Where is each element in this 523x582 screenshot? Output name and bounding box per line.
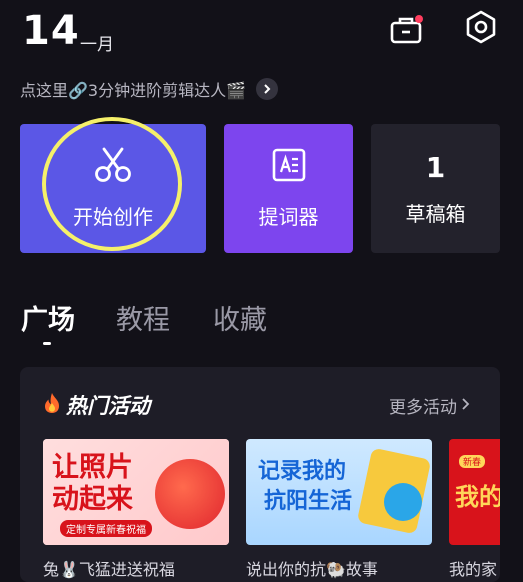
activity-card-3-badge: 新春 (459, 455, 486, 468)
activity-card-2[interactable]: 记录我的 抗阳生活 (246, 439, 432, 545)
hot-activities-title: 热门活动 (42, 390, 150, 420)
hot-activities-label: 热门活动 (66, 394, 150, 418)
promo-banner[interactable]: 点这里🔗3分钟进阶剪辑达人🎬 (20, 77, 279, 101)
activity-card-3-title: 我的 (455, 483, 500, 511)
tab-tutorials[interactable]: 教程 (116, 298, 170, 337)
tab-active-indicator (43, 342, 51, 345)
activity-card-2-line1: 记录我的 (258, 459, 347, 484)
chevron-right-icon (461, 396, 470, 416)
activity-card-1-tag: 定制专属新春祝福 (60, 520, 152, 537)
chevron-right-icon (256, 78, 279, 100)
activity-caption-2[interactable]: 说出你的抗🐏故事 (246, 556, 378, 580)
fire-icon (42, 392, 62, 419)
activity-card-1-line1: 让照片 (52, 452, 133, 483)
promo-text: 点这里🔗3分钟进阶剪辑达人🎬 (20, 81, 247, 100)
date-month: 一月 (80, 35, 114, 55)
scissors-icon (93, 147, 133, 187)
lantern-image (155, 459, 225, 529)
activity-card-2-line2: 抗阳生活 (264, 489, 353, 514)
tab-favorites[interactable]: 收藏 (213, 298, 267, 337)
drafts-count: 1 (425, 150, 446, 184)
tab-plaza[interactable]: 广场 (21, 298, 75, 337)
activity-card-1[interactable]: 让照片 动起来 定制专属新春祝福 (43, 439, 229, 545)
activity-card-3[interactable]: 新春 我的 (449, 439, 500, 545)
teleprompter-label: 提词器 (258, 205, 319, 229)
settings-button[interactable] (461, 9, 501, 49)
activity-caption-3[interactable]: 我的家 (449, 556, 497, 580)
start-creating-button[interactable]: 开始创作 (20, 124, 206, 253)
settings-icon (465, 10, 497, 48)
date-day: 14 (22, 8, 80, 54)
drafts-button[interactable]: 1 草稿箱 (371, 124, 500, 253)
drafts-label: 草稿箱 (405, 201, 466, 226)
mask-image (384, 483, 422, 521)
start-creating-label: 开始创作 (73, 205, 153, 229)
more-activities-link[interactable]: 更多活动 (389, 393, 470, 418)
teleprompter-icon (271, 147, 307, 187)
activity-caption-1[interactable]: 兔🐰飞猛进送祝福 (43, 556, 175, 580)
notification-dot (415, 15, 423, 23)
activity-card-1-line2: 动起来 (52, 484, 133, 515)
toolbox-button[interactable] (386, 12, 426, 52)
teleprompter-button[interactable]: 提词器 (224, 124, 353, 253)
more-activities-label: 更多活动 (389, 398, 457, 418)
